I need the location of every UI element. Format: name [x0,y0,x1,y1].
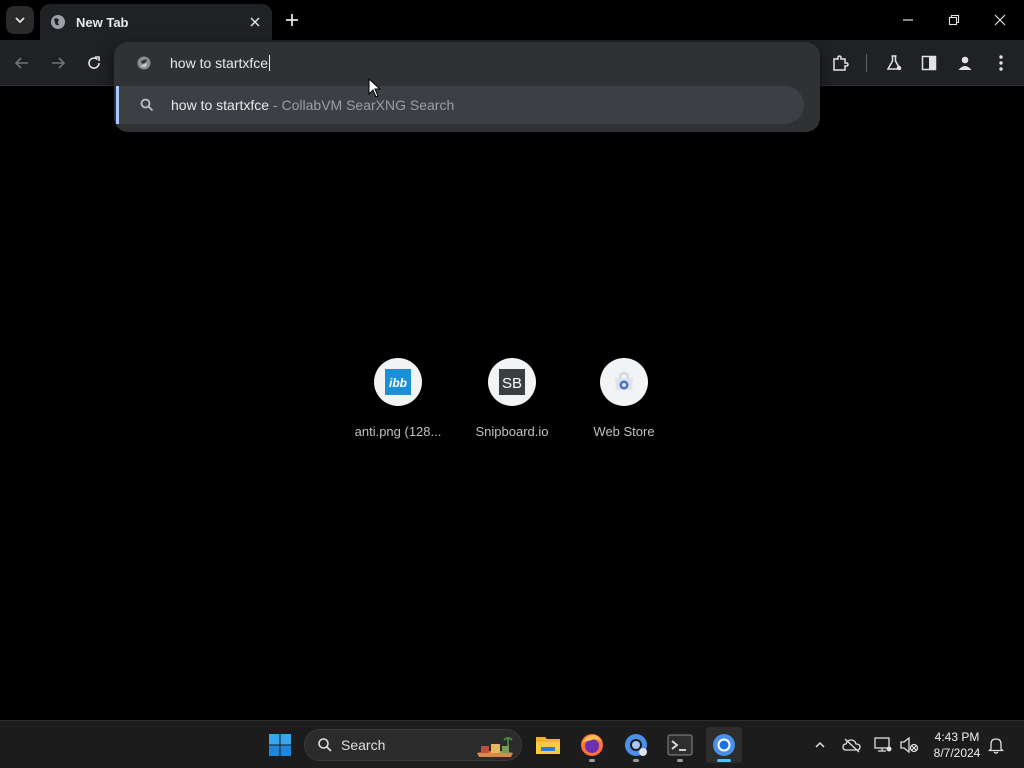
bell-icon [988,738,1004,754]
close-icon [250,17,260,27]
search-icon [140,98,154,112]
clock-time: 4:43 PM [934,730,980,744]
webstore-icon [615,372,633,390]
close-window-button[interactable] [980,4,1020,36]
chevron-down-icon [15,17,25,24]
forward-button[interactable] [45,50,71,76]
shortcut-label: Snipboard.io [475,424,549,439]
shortcut-tile[interactable]: SB Snipboard.io [462,358,562,448]
running-indicator [633,759,639,762]
menu-button[interactable] [988,50,1014,76]
shortcut-label: Web Store [593,424,655,439]
flask-icon [886,55,902,71]
suggestion-query: how to startxfce [171,97,270,113]
reload-button[interactable] [81,50,107,76]
clock-date: 8/7/2024 [933,746,981,760]
new-tab-button[interactable] [280,8,304,32]
tray-overflow-button[interactable] [808,733,832,757]
tab-search-button[interactable] [6,6,34,34]
puzzle-icon [833,55,849,71]
taskbar-search-box[interactable]: Search [304,729,522,761]
omnibox-suggestion[interactable]: how to startxfce - CollabVM SearXNG Sear… [116,86,804,124]
extensions-button[interactable] [827,50,853,76]
cloud-off-icon [842,738,861,753]
suggestion-description: CollabVM SearXNG Search [281,97,455,113]
tray-onedrive[interactable] [840,733,864,757]
shortcut-label: anti.png (128... [354,424,442,439]
chevron-up-icon [815,741,825,748]
shortcut-icon-circle: SB [488,358,536,406]
taskbar-file-explorer[interactable] [530,727,566,763]
firefox-icon [581,734,603,756]
ibb-icon: ibb [385,369,411,395]
terminal-icon [667,734,693,756]
notifications-button[interactable] [984,733,1008,757]
network-icon [874,737,892,752]
suggestion-separator: - [269,97,282,113]
address-input[interactable]: how to startxfce [170,55,271,71]
tray-volume[interactable] [897,733,921,757]
omnibox-dropdown: how to startxfce how to startxfce - Coll… [114,42,820,132]
close-icon [994,14,1006,26]
tab-close-button[interactable] [246,13,264,31]
taskbar-chrome-app[interactable] [618,727,654,763]
shortcut-tile[interactable]: Web Store [574,358,674,448]
reload-icon [88,56,100,69]
minimize-icon [903,19,913,21]
chrome-icon [625,734,647,756]
back-button[interactable] [9,50,35,76]
tray-network[interactable] [871,733,895,757]
address-bar[interactable]: how to startxfce [114,42,820,84]
minimize-button[interactable] [888,4,928,36]
shortcut-icon-circle [600,358,648,406]
folder-icon [536,737,560,754]
side-panel-button[interactable] [916,50,942,76]
windows-taskbar: Search 4:43 PM 8/7/2024 [0,720,1024,768]
taskbar-firefox[interactable] [574,727,610,763]
start-button[interactable] [262,727,298,763]
snipboard-icon: SB [499,369,525,395]
kebab-menu-icon [999,55,1003,71]
arrow-right-icon [52,57,66,69]
labs-button[interactable] [881,50,907,76]
profile-button[interactable] [952,50,978,76]
ibb-glyph: ibb [389,376,407,390]
text-caret [269,55,271,71]
suggestion-text: how to startxfce - CollabVM SearXNG Sear… [171,97,454,113]
shortcut-tile[interactable]: ibb anti.png (128... [348,358,448,448]
taskbar-clock[interactable]: 4:43 PM 8/7/2024 [924,729,990,761]
restore-button[interactable] [934,4,974,36]
tab-new-tab[interactable]: New Tab [40,4,272,40]
search-highlight-illustration-icon [477,737,513,757]
taskbar-terminal[interactable] [662,727,698,763]
tab-title: New Tab [76,14,129,30]
active-indicator [717,759,731,762]
windows-logo-icon [269,734,291,756]
running-indicator [677,759,683,762]
plus-icon [286,14,298,26]
toolbar-divider [866,54,867,72]
globe-icon [51,15,65,29]
tab-strip: New Tab [0,0,1024,40]
chrome-icon [713,734,735,756]
search-icon [318,738,332,752]
side-panel-icon [921,55,937,71]
taskbar-chrome-active[interactable] [706,727,742,763]
restore-icon [948,14,960,26]
running-indicator [589,759,595,762]
searxng-icon [137,56,151,70]
snipboard-glyph: SB [502,375,522,392]
shortcut-icon-circle: ibb [374,358,422,406]
mouse-cursor-icon [368,78,382,98]
arrow-left-icon [14,57,28,69]
person-icon [958,56,972,70]
taskbar-search-label: Search [341,737,386,753]
volume-muted-icon [900,736,919,754]
